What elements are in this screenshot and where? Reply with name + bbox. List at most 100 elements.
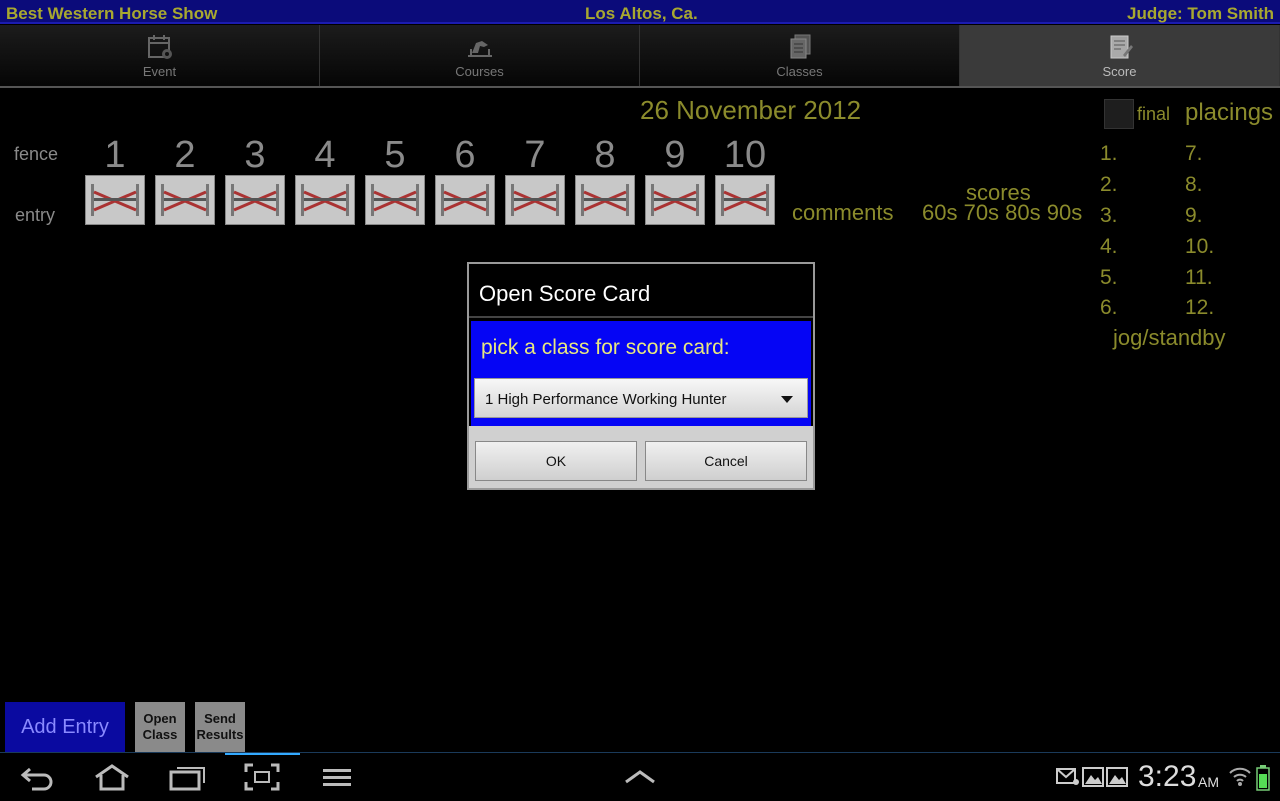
score-sheet-icon: [1110, 35, 1133, 59]
fence-entry-button[interactable]: [295, 175, 355, 225]
fence-number: 8: [594, 134, 616, 176]
placing-slot[interactable]: 2.: [1100, 173, 1118, 197]
event-date: 26 November 2012: [640, 95, 862, 125]
dialog-title: Open Score Card: [479, 281, 651, 306]
fence-jump-icon: [301, 184, 349, 216]
fence-entry-button[interactable]: [575, 175, 635, 225]
clock-time: 3:23: [1138, 760, 1197, 793]
fence-number: 6: [454, 134, 476, 176]
entry-label: entry: [15, 205, 56, 225]
placing-slot[interactable]: 6.: [1100, 296, 1118, 320]
placing-slot[interactable]: 10.: [1185, 235, 1214, 259]
final-label: final: [1137, 104, 1171, 124]
placing-slot[interactable]: 4.: [1100, 235, 1118, 259]
dialog-prompt: pick a class for score card:: [481, 336, 730, 359]
placing-slot[interactable]: 1.: [1100, 142, 1118, 166]
fence-number: 1: [104, 134, 126, 176]
system-navigation-bar: [0, 752, 1280, 801]
placing-slot[interactable]: 3.: [1100, 204, 1118, 228]
placings-label: placings: [1185, 99, 1274, 126]
tab-classes[interactable]: Classes: [640, 25, 960, 87]
fence-number: 3: [244, 134, 266, 176]
judge-name: Judge: Tom Smith: [1126, 4, 1274, 23]
calendar-gear-icon: [147, 35, 172, 59]
fence-entry-button[interactable]: [155, 175, 215, 225]
fence-number: 5: [384, 134, 406, 176]
fence-number: 9: [664, 134, 686, 176]
show-name: Best Western Horse Show: [6, 4, 218, 23]
show-location: Los Altos, Ca.: [585, 4, 698, 23]
jog-standby-label[interactable]: jog/standby: [1113, 325, 1226, 351]
comments-label: comments: [792, 200, 894, 225]
dialog-body: pick a class for score card: 1 High Perf…: [471, 321, 811, 426]
final-checkbox[interactable]: [1104, 99, 1134, 129]
battery-icon: [1256, 765, 1270, 791]
tab-courses[interactable]: Courses: [320, 25, 640, 87]
send-results-line1: Send: [204, 711, 236, 726]
fence-entry-button[interactable]: [505, 175, 565, 225]
fence-number: 2: [174, 134, 196, 176]
fence-jump-icon: [651, 184, 699, 216]
horse-jump-icon: [467, 41, 492, 57]
title-bar: Best Western Horse Show Los Altos, Ca. J…: [0, 0, 1280, 24]
screenshot-icon[interactable]: [244, 763, 280, 791]
open-class-button[interactable]: Open Class: [135, 702, 185, 752]
chevron-down-icon: [781, 396, 793, 403]
fence-entry-button[interactable]: [715, 175, 775, 225]
tab-event[interactable]: Event: [0, 25, 320, 87]
fence-jump-icon: [511, 184, 559, 216]
tab-classes-label: Classes: [776, 64, 823, 79]
recent-apps-icon[interactable]: [168, 763, 208, 791]
tab-event-label: Event: [142, 64, 177, 79]
add-entry-button[interactable]: Add Entry: [5, 702, 125, 752]
placing-slot[interactable]: 5.: [1100, 266, 1118, 290]
fence-number: 10: [723, 134, 767, 176]
fence-entry-button[interactable]: [365, 175, 425, 225]
class-select[interactable]: 1 High Performance Working Hunter: [474, 378, 808, 418]
screenshot-indicator: [225, 753, 300, 755]
clock-ampm: AM: [1198, 774, 1219, 790]
fence-label: fence: [14, 144, 59, 164]
open-class-line2: Class: [142, 727, 178, 742]
fence-jump-icon: [721, 184, 769, 216]
tab-courses-label: Courses: [455, 64, 504, 79]
placing-slot[interactable]: 12.: [1185, 296, 1214, 320]
chevron-up-icon[interactable]: [624, 769, 656, 785]
fence-number: 7: [524, 134, 546, 176]
open-class-line1: Open: [143, 711, 177, 726]
cancel-button[interactable]: Cancel: [645, 441, 807, 481]
dialog-footer: OK Cancel: [469, 426, 813, 488]
fence-entry-button[interactable]: [85, 175, 145, 225]
tab-score[interactable]: Score: [960, 25, 1280, 87]
fence-jump-icon: [441, 184, 489, 216]
placing-slot[interactable]: 8.: [1185, 173, 1203, 197]
placing-slot[interactable]: 11.: [1185, 266, 1213, 290]
tab-underline: [0, 86, 1280, 88]
dialog-divider: [469, 316, 813, 318]
send-results-button[interactable]: Send Results: [195, 702, 245, 752]
scores-range: 60s 70s 80s 90s: [922, 200, 1083, 225]
placing-slot[interactable]: 9.: [1185, 204, 1203, 228]
fence-jump-icon: [581, 184, 629, 216]
fence-entry-button[interactable]: [645, 175, 705, 225]
wifi-icon: [1229, 767, 1251, 786]
email-notification-icon[interactable]: [1056, 767, 1080, 787]
fence-jump-icon: [91, 184, 139, 216]
class-select-value: 1 High Performance Working Hunter: [485, 391, 727, 408]
tab-score-label: Score: [1102, 64, 1137, 79]
home-icon[interactable]: [92, 763, 132, 791]
documents-icon: [790, 34, 810, 59]
gallery-notification-icon[interactable]: [1082, 767, 1104, 787]
gallery-notification-icon[interactable]: [1106, 767, 1128, 787]
fence-number: 4: [314, 134, 336, 176]
fence-jump-icon: [161, 184, 209, 216]
fence-jump-icon: [371, 184, 419, 216]
fence-entry-button[interactable]: [225, 175, 285, 225]
fence-entry-button[interactable]: [435, 175, 495, 225]
menu-icon[interactable]: [322, 767, 352, 787]
placing-slot[interactable]: 7.: [1185, 142, 1203, 166]
ok-button[interactable]: OK: [475, 441, 637, 481]
back-icon[interactable]: [20, 765, 56, 791]
tab-bar: Event Courses Classes Score: [0, 25, 1280, 87]
send-results-line2: Results: [196, 727, 244, 742]
